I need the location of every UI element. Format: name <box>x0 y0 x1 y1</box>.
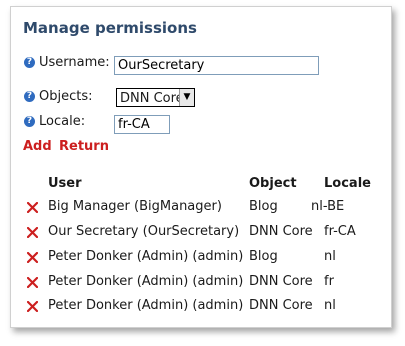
cell-locale: nl-BE <box>311 199 345 214</box>
cell-object: DNN Core <box>249 274 313 289</box>
column-header-user: User <box>48 176 82 191</box>
objects-selected-value: DNN Core <box>120 91 184 106</box>
page-title: Manage permissions <box>23 19 197 37</box>
delete-icon[interactable] <box>27 277 38 288</box>
cell-locale: nl <box>324 249 336 264</box>
cell-object: Blog <box>249 199 278 214</box>
cell-user: Peter Donker (Admin) (admin) <box>48 274 244 289</box>
objects-label: Objects: <box>39 89 93 104</box>
cell-locale: fr-CA <box>324 224 356 239</box>
help-icon[interactable]: ? <box>24 91 35 102</box>
objects-select[interactable]: DNN Core ▼ <box>116 88 195 107</box>
return-link[interactable]: Return <box>59 139 109 154</box>
locale-row: ? Locale: <box>24 114 85 129</box>
delete-icon[interactable] <box>27 252 38 263</box>
permissions-panel: Manage permissions ?Username: ?Objects: … <box>10 6 392 328</box>
chevron-down-icon[interactable]: ▼ <box>179 89 194 106</box>
locale-label: Locale: <box>39 114 86 129</box>
username-row: ? Username: <box>24 55 110 70</box>
username-label: Username: <box>39 55 110 70</box>
delete-icon[interactable] <box>27 301 38 312</box>
username-input[interactable] <box>114 56 319 75</box>
locale-input[interactable] <box>114 115 170 134</box>
add-link[interactable]: Add <box>23 139 52 154</box>
cell-object: Blog <box>249 249 278 264</box>
column-header-object: Object <box>249 176 297 191</box>
cell-locale: fr <box>324 274 334 289</box>
delete-icon[interactable] <box>27 227 38 238</box>
cell-object: DNN Core <box>249 224 313 239</box>
cell-user: Peter Donker (Admin) (admin) <box>48 249 244 264</box>
objects-row: ? Objects: <box>24 89 93 104</box>
cell-user: Big Manager (BigManager) <box>48 199 222 214</box>
delete-icon[interactable] <box>27 202 38 213</box>
cell-user: Peter Donker (Admin) (admin) <box>48 298 244 313</box>
column-header-locale: Locale <box>324 176 371 191</box>
cell-object: DNN Core <box>249 298 313 313</box>
cell-user: Our Secretary (OurSecretary) <box>48 224 240 239</box>
help-icon[interactable]: ? <box>24 57 35 68</box>
help-icon[interactable]: ? <box>24 116 35 127</box>
cell-locale: nl <box>324 298 336 313</box>
